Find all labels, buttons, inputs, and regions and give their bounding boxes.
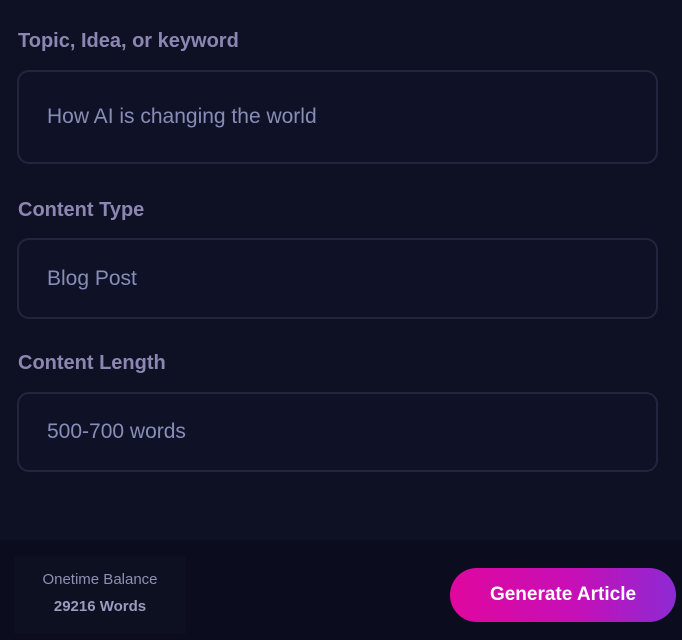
content-type-select[interactable]: Blog Post <box>17 238 658 319</box>
content-length-select[interactable]: 500-700 words <box>17 392 658 472</box>
content-length-label: Content Length <box>18 352 166 374</box>
content-type-label: Content Type <box>18 199 145 221</box>
balance-value: 29216 Words <box>53 598 147 615</box>
article-form: Topic, Idea, or keyword How AI is changi… <box>0 0 682 540</box>
topic-input[interactable]: How AI is changing the world <box>17 70 658 164</box>
generate-article-button[interactable]: Generate Article <box>450 568 676 622</box>
balance-panel: Onetime Balance 29216 Words <box>14 556 186 634</box>
topic-label: Topic, Idea, or keyword <box>18 30 239 52</box>
balance-label: Onetime Balance <box>42 571 158 588</box>
